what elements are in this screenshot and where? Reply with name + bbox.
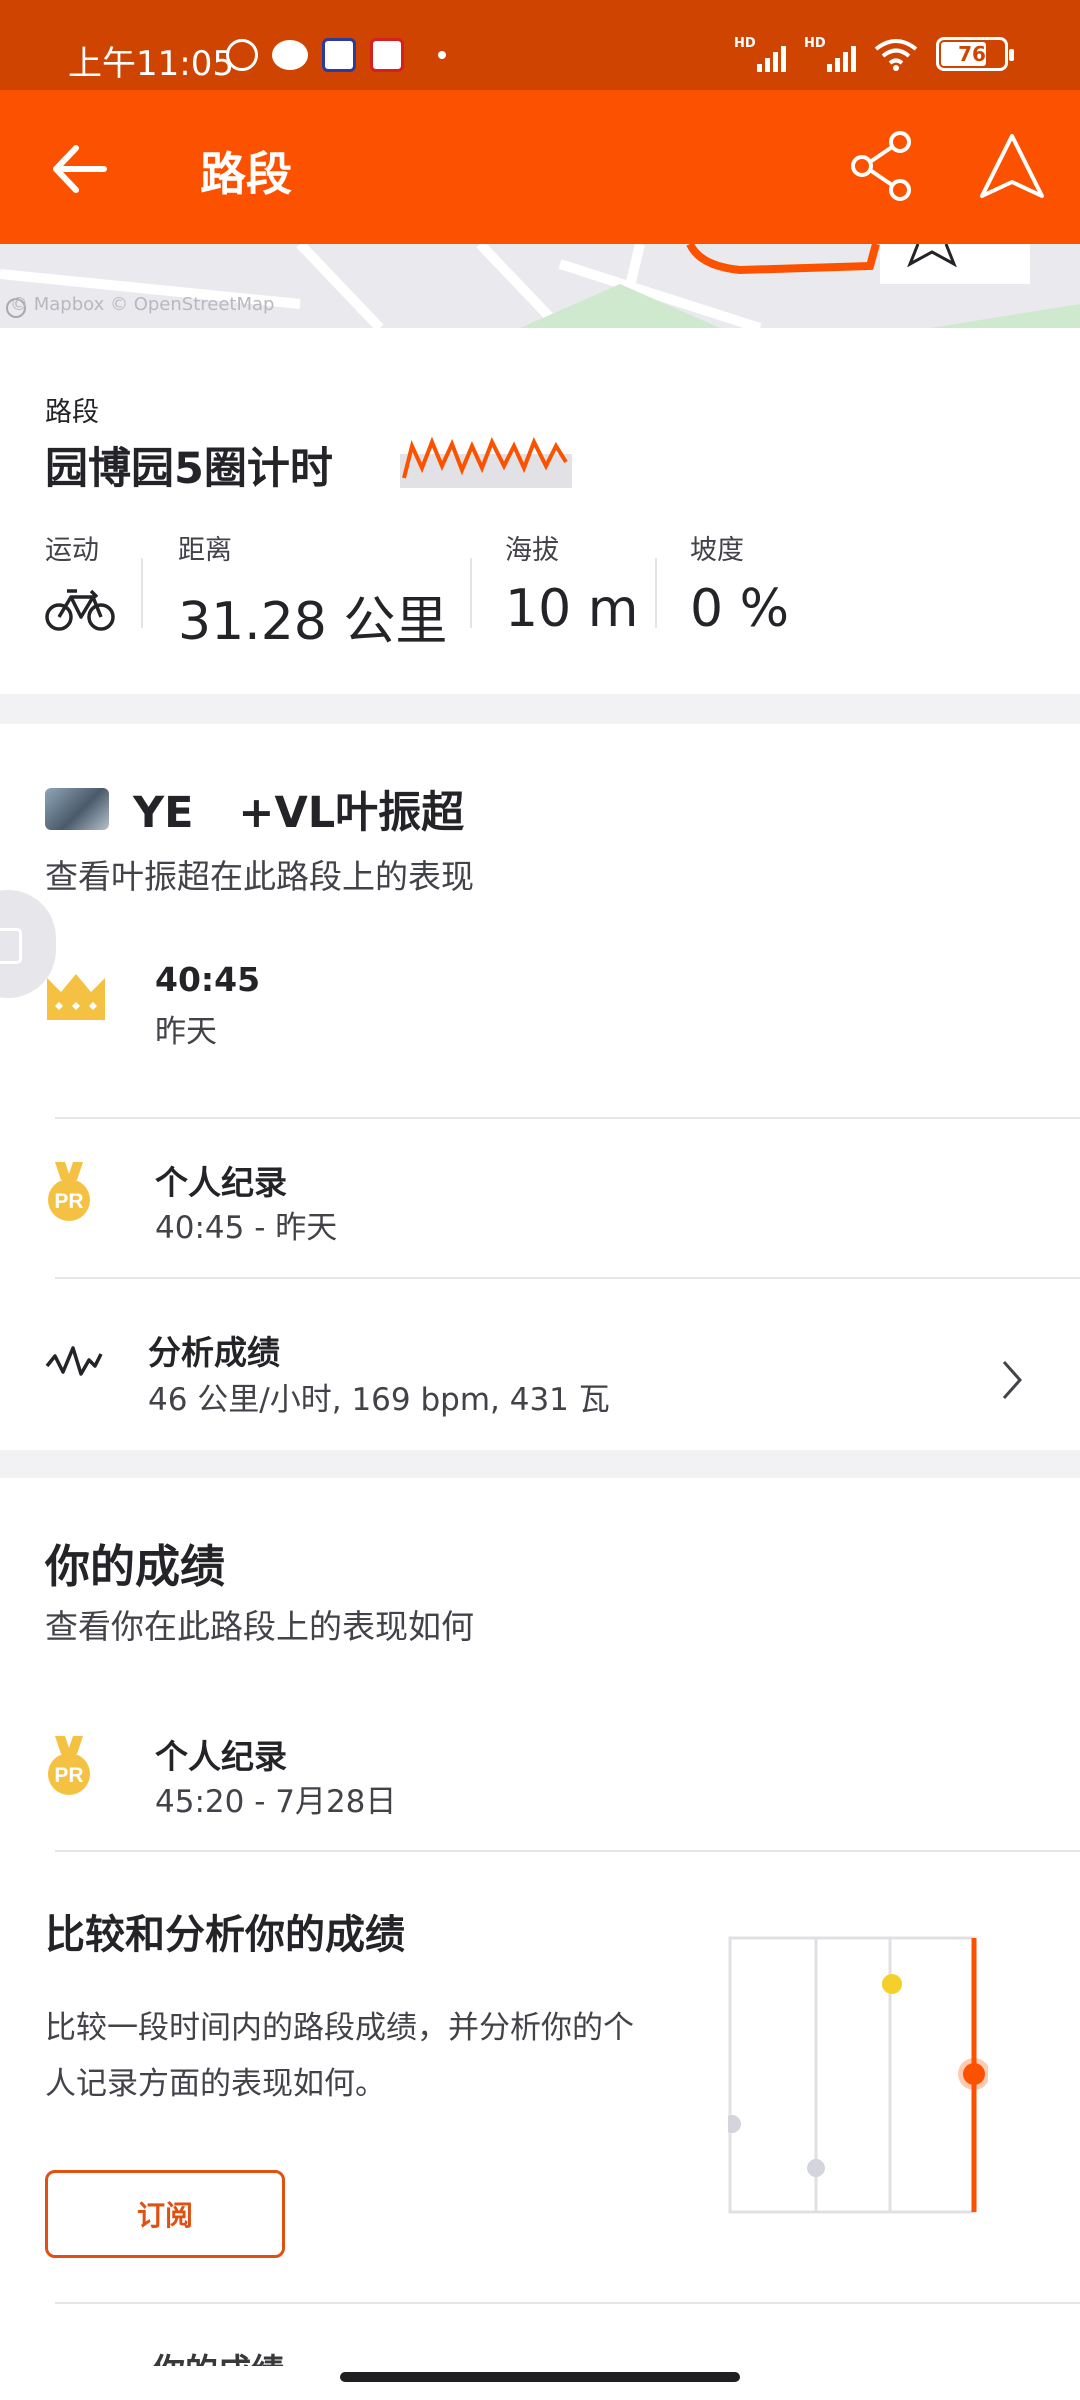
home-indicator[interactable] [340, 2372, 740, 2382]
share-icon[interactable] [842, 126, 922, 206]
battery-level: 76 [958, 42, 986, 66]
crown-icon [47, 974, 105, 1020]
chevron-right-icon [1002, 1361, 1023, 1399]
leader-card: YE +VL叶振超 查看叶振超在此路段上的表现 40:45 昨天 PR 个人纪录… [0, 724, 1080, 1450]
battery-icon: 76 [936, 37, 1014, 71]
segment-kicker: 路段 [45, 397, 99, 428]
subscribe-button[interactable]: 订阅 [45, 2170, 285, 2258]
stat-elevation: 海拔 10 m [505, 535, 639, 639]
analysis-wave-icon [45, 1346, 103, 1376]
pr-medal-icon: PR [48, 1736, 90, 1795]
compare-graphic-icon [728, 1936, 988, 2214]
segment-stats: 运动 距离 31.28 公里 海拔 10 m 坡度 0 % [45, 528, 1045, 652]
next-section-title: 你的成绩 [152, 2344, 284, 2366]
segment-summary-card: 路段 园博园5圈计时 运动 距离 31.28 公里 海拔 10 m 坡度 0 % [0, 328, 1080, 694]
stat-divider [655, 558, 657, 628]
compare-body: 比较一段时间内的路段成绩，并分析你的个人记录方面的表现如何。 [45, 2010, 634, 2102]
kom-date: 昨天 [155, 1014, 217, 1050]
kom-row[interactable]: 40:45 昨天 [0, 950, 1080, 1070]
stat-sport: 运动 [45, 528, 115, 637]
bicycle-icon [45, 589, 115, 631]
your-efforts-title: 你的成绩 [45, 1540, 226, 1593]
stat-distance: 距离 31.28 公里 [178, 535, 448, 652]
your-efforts-card: 你的成绩 查看你在此路段上的表现如何 PR 个人纪录 45:20 - 7月28日… [0, 1478, 1080, 2400]
segment-name: 园博园5圈计时 [45, 444, 333, 494]
svg-text:PR: PR [54, 1190, 83, 1213]
analysis-title: 分析成绩 [148, 1333, 280, 1372]
more-notifications-icon [438, 51, 446, 59]
leader-header[interactable]: YE +VL叶振超 [45, 778, 464, 840]
leader-pr-title: 个人纪录 [155, 1163, 287, 1202]
divider [55, 1117, 1080, 1119]
status-bar: 上午11:05 HD HD 76 [0, 0, 1080, 90]
segment-map[interactable]: © Mapbox © OpenStreetMap [0, 244, 1080, 328]
stat-grade: 坡度 0 % [690, 535, 790, 639]
divider [55, 1277, 1080, 1279]
leader-name: YE +VL叶振超 [133, 788, 465, 838]
avatar[interactable] [45, 788, 109, 830]
map-attribution: © Mapbox © OpenStreetMap [10, 294, 275, 315]
compare-title: 比较和分析你的成绩 [45, 1912, 405, 1958]
divider [55, 1850, 1080, 1852]
signal-icon: HD [804, 36, 856, 72]
svg-text:PR: PR [54, 1764, 83, 1787]
stat-divider [141, 558, 143, 628]
pr-medal-icon: PR [48, 1162, 90, 1221]
wechat-icon [272, 40, 308, 70]
your-efforts-subtitle: 查看你在此路段上的表现如何 [45, 1607, 474, 1646]
elevation-profile-icon [400, 436, 572, 488]
map-canvas [0, 244, 1080, 328]
leader-pr-detail: 40:45 - 昨天 [155, 1210, 338, 1246]
navigation-arrow-icon[interactable] [972, 128, 1052, 208]
notification-icons [226, 38, 446, 72]
divider [55, 2302, 1080, 2304]
your-pr-title: 个人纪录 [155, 1737, 287, 1776]
leader-subtitle: 查看叶振超在此路段上的表现 [45, 857, 474, 896]
signal-icon: HD [734, 36, 786, 72]
wifi-icon [874, 39, 918, 71]
analysis-detail: 46 公里/小时, 169 bpm, 431 瓦 [148, 1382, 610, 1418]
your-pr-detail: 45:20 - 7月28日 [155, 1784, 397, 1820]
system-status-icons: HD HD 76 [734, 36, 1014, 72]
kom-time: 40:45 [155, 960, 261, 999]
your-pr-row[interactable]: PR 个人纪录 45:20 - 7月28日 [0, 1724, 1080, 1844]
status-time: 上午11:05 [68, 44, 234, 84]
app-notification-icon [322, 38, 356, 72]
arrow-left-icon[interactable] [44, 134, 114, 204]
app-bar: 路段 [0, 90, 1080, 244]
page-title: 路段 [200, 147, 292, 201]
alarm-icon [226, 39, 258, 71]
stat-divider [470, 558, 472, 628]
analyze-effort-row[interactable]: 分析成绩 46 公里/小时, 169 bpm, 431 瓦 [0, 1310, 1080, 1430]
app-notification-icon [370, 38, 404, 72]
leader-pr-row[interactable]: PR 个人纪录 40:45 - 昨天 [0, 1150, 1080, 1270]
